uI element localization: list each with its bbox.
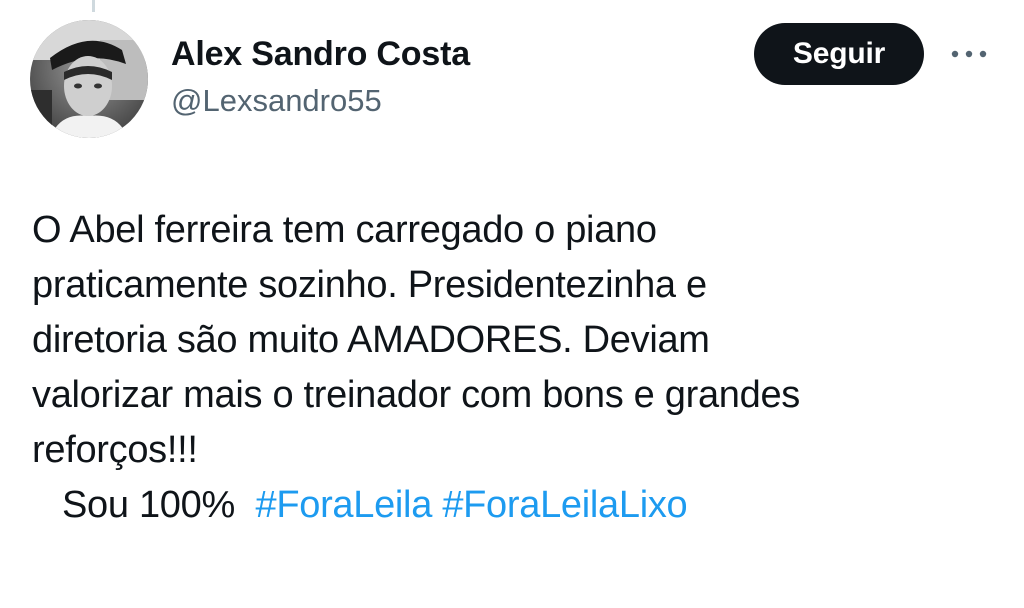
tweet-text-line: O Abel ferreira tem carregado o piano [32, 209, 657, 251]
avatar-photo-icon [30, 20, 148, 138]
tweet-text-line: praticamente sozinho. Presidentezinha e [32, 264, 707, 306]
tweet-text-line: diretoria são muito AMADORES. Deviam [32, 319, 710, 361]
thread-connector-line [92, 0, 95, 12]
follow-button[interactable]: Seguir [754, 23, 924, 85]
author-display-name[interactable]: Alex Sandro Costa [171, 34, 470, 74]
tweet-text-line: valorizar mais o treinador com bons e gr… [32, 374, 800, 416]
tweet-text-prefix: Sou 100% [62, 484, 235, 526]
author-handle[interactable]: @Lexsandro55 [171, 82, 470, 120]
tweet-text: O Abel ferreira tem carregado o piano pr… [32, 203, 992, 533]
avatar[interactable] [30, 20, 148, 138]
author-block: Alex Sandro Costa @Lexsandro55 [171, 34, 470, 120]
hashtag-link[interactable]: #ForaLeila [255, 484, 432, 526]
hashtag-link[interactable]: #ForaLeilaLixo [442, 484, 687, 526]
more-options-button[interactable] [948, 40, 990, 68]
tweet-card: Alex Sandro Costa @Lexsandro55 Seguir O … [0, 0, 1024, 608]
tweet-text-line: reforços!!! [32, 429, 198, 471]
more-horizontal-icon [951, 50, 987, 58]
tweet-text-last-line: Sou 100% #ForaLeila #ForaLeilaLixo [32, 478, 992, 533]
